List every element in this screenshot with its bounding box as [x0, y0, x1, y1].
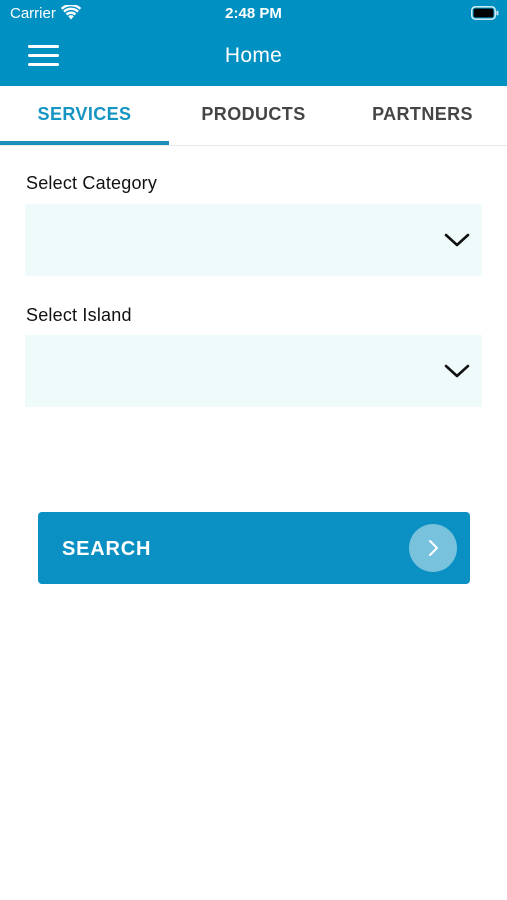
island-select[interactable] [25, 335, 482, 407]
chevron-down-icon [444, 233, 470, 247]
home-screen: Carrier 2:48 PM Home SERVICES PRODUCTS P… [0, 0, 507, 900]
category-select[interactable] [25, 204, 482, 276]
island-label: Select Island [26, 305, 132, 325]
top-header: Carrier 2:48 PM Home [0, 0, 507, 86]
active-tab-indicator [0, 141, 169, 145]
battery-icon [471, 6, 499, 20]
search-button[interactable]: SEARCH [38, 512, 470, 584]
navigation-bar: Home [0, 28, 507, 86]
chevron-right-icon [429, 540, 438, 556]
category-label: Select Category [26, 173, 158, 193]
status-bar: Carrier 2:48 PM [0, 0, 507, 28]
status-time: 2:48 PM [225, 5, 282, 22]
tab-products[interactable]: PRODUCTS [169, 86, 338, 145]
tab-partners[interactable]: PARTNERS [338, 86, 507, 145]
search-button-label: SEARCH [62, 538, 152, 560]
chevron-down-icon [444, 364, 470, 378]
search-arrow-circle [409, 524, 457, 572]
page-title: Home [224, 44, 283, 67]
tab-services[interactable]: SERVICES [0, 86, 169, 145]
category-tabs: SERVICES PRODUCTS PARTNERS [0, 86, 507, 146]
